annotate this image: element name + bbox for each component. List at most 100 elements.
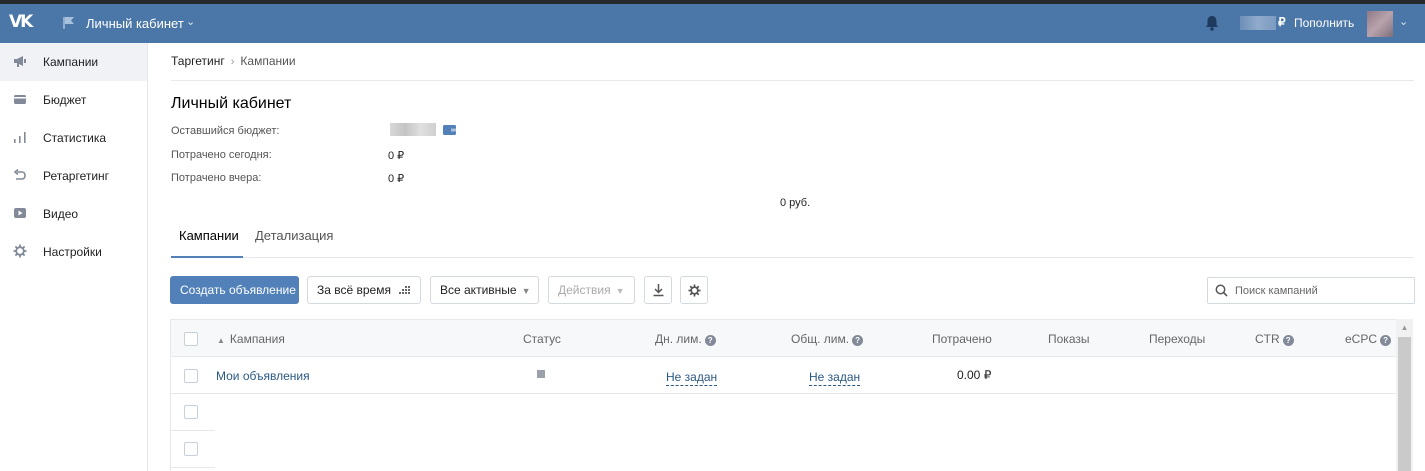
column-ecpc[interactable]: eCPC? [1345,332,1392,346]
table-header: ▲ Кампания Статус Дн. лим.? Общ. лим.? По… [171,319,1399,357]
period-button[interactable]: За всё время [307,276,421,304]
column-ctr[interactable]: CTR? [1255,332,1294,346]
sidebar-item-campaigns[interactable]: Кампании [0,43,147,81]
tab-campaigns[interactable]: Кампании [171,226,243,258]
status-filter-dropdown[interactable]: Все активные ▼ [430,276,539,304]
breadcrumb-current: Кампании [240,54,296,68]
remaining-budget-label: Оставшийся бюджет: [171,125,280,137]
actions-label: Действия [558,283,611,297]
topup-link[interactable]: Пополнить [1294,16,1354,30]
column-clicks[interactable]: Переходы [1149,332,1205,346]
actions-dropdown[interactable]: Действия ▼ [548,276,635,304]
spent-today-value: 0 ₽ [388,150,405,162]
column-day-limit[interactable]: Дн. лим.? [655,332,716,346]
total-limit-cell[interactable]: Не задан [809,370,861,386]
column-total-limit-label: Общ. лим. [791,332,850,346]
balance-value-blurred [1240,16,1276,30]
sidebar-item-label: Ретаргетинг [43,169,110,183]
search-input[interactable] [1235,282,1410,300]
avatar[interactable] [1367,11,1393,37]
breadcrumb-root[interactable]: Таргетинг [171,54,225,68]
column-total-limit[interactable]: Общ. лим.? [791,332,864,346]
sort-asc-icon: ▲ [217,336,225,345]
total-limit-value[interactable]: Не задан [809,370,861,386]
wallet-icon[interactable] [443,125,456,135]
search-icon [1215,284,1228,297]
download-icon [653,284,664,297]
flag-icon [63,17,74,29]
spent-yesterday-label: Потрачено вчера: [171,172,262,184]
caret-down-icon: ▼ [615,286,625,296]
day-limit-cell[interactable]: Не задан [666,370,718,386]
campaign-search[interactable] [1207,277,1415,304]
spent-value: 0.00 ₽ [957,368,992,382]
status-indicator [537,370,545,378]
table-row [171,394,215,431]
return-arrow-icon [13,168,26,180]
help-icon[interactable]: ? [704,335,716,346]
breadcrumb-separator: › [230,56,235,68]
campaign-name-link[interactable]: Мои объявления [216,369,310,383]
cabinet-title[interactable]: Личный кабинет [86,16,184,31]
bar-chart-icon [14,132,26,143]
sidebar-item-budget[interactable]: Бюджет [0,81,147,119]
sidebar-item-settings[interactable]: Настройки [0,233,147,271]
row-checkbox[interactable] [184,369,198,383]
download-button[interactable] [644,276,672,304]
table-row [171,431,215,468]
column-impressions[interactable]: Показы [1048,332,1089,346]
column-spent[interactable]: Потрачено [932,332,992,346]
sidebar-item-statistics[interactable]: Статистика [0,119,147,157]
sidebar-item-label: Статистика [43,131,107,145]
sidebar-item-label: Настройки [43,245,102,259]
sidebar-item-video[interactable]: Видео [0,195,147,233]
table-row[interactable]: Мои объявления Не задан Не задан 0.00 ₽ [171,357,1399,394]
divider [171,80,1414,81]
sidebar-item-label: Бюджет [43,93,87,107]
table-scrollbar[interactable]: ▲ [1396,319,1413,471]
play-icon [14,208,26,218]
bell-icon[interactable] [1204,14,1220,32]
scroll-up-arrow-icon[interactable]: ▲ [1396,319,1413,336]
campaigns-table: ▲ Кампания Статус Дн. лим.? Общ. лим.? По… [170,319,1399,471]
chevron-down-icon[interactable]: ⌄ [1399,15,1408,28]
caret-down-icon: ▼ [521,286,531,296]
vk-logo[interactable]: VK [9,12,37,34]
main-content: Таргетинг › Кампании Личный кабинет Оставш… [149,43,1425,471]
megaphone-icon [14,56,26,67]
column-status[interactable]: Статус [523,332,561,346]
wallet-icon [14,95,26,104]
sidebar-item-label: Кампании [43,55,99,69]
day-limit-value[interactable]: Не задан [666,370,718,386]
column-ecpc-label: eCPC [1345,332,1378,346]
create-ad-button[interactable]: Создать объявление [170,276,299,304]
status-filter-label: Все активные [440,283,517,297]
select-all-checkbox[interactable] [184,332,198,346]
chevron-down-icon[interactable]: ⌄ [186,15,195,28]
column-ctr-label: CTR [1255,332,1280,346]
sidebar-item-retargeting[interactable]: Ретаргетинг [0,157,147,195]
help-icon[interactable]: ? [1380,335,1392,346]
breadcrumb: Таргетинг › Кампании [171,54,296,68]
gear-icon [688,284,701,297]
total-rub: 0 руб. [780,197,811,209]
calendar-grid-icon [399,286,410,294]
currency-sign: ₽ [1278,15,1286,29]
column-campaign[interactable]: ▲ Кампания [217,332,285,346]
remaining-budget-value-blurred [390,123,436,136]
gear-icon [13,244,27,258]
top-header: VK Личный кабинет ⌄ ₽ Пополнить ⌄ [0,4,1425,43]
scrollbar-thumb[interactable] [1398,337,1411,471]
table-settings-button[interactable] [680,276,708,304]
help-icon[interactable]: ? [852,335,864,346]
column-day-limit-label: Дн. лим. [655,332,702,346]
help-icon[interactable]: ? [1282,335,1294,346]
column-campaign-label: Кампания [229,332,285,346]
row-checkbox[interactable] [184,405,198,419]
tabs: Кампании Детализация [171,226,1414,258]
row-checkbox[interactable] [184,442,198,456]
period-label: За всё время [317,283,391,297]
spent-yesterday-value: 0 ₽ [388,173,405,185]
spent-today-label: Потрачено сегодня: [171,149,272,161]
tab-details[interactable]: Детализация [247,226,341,258]
